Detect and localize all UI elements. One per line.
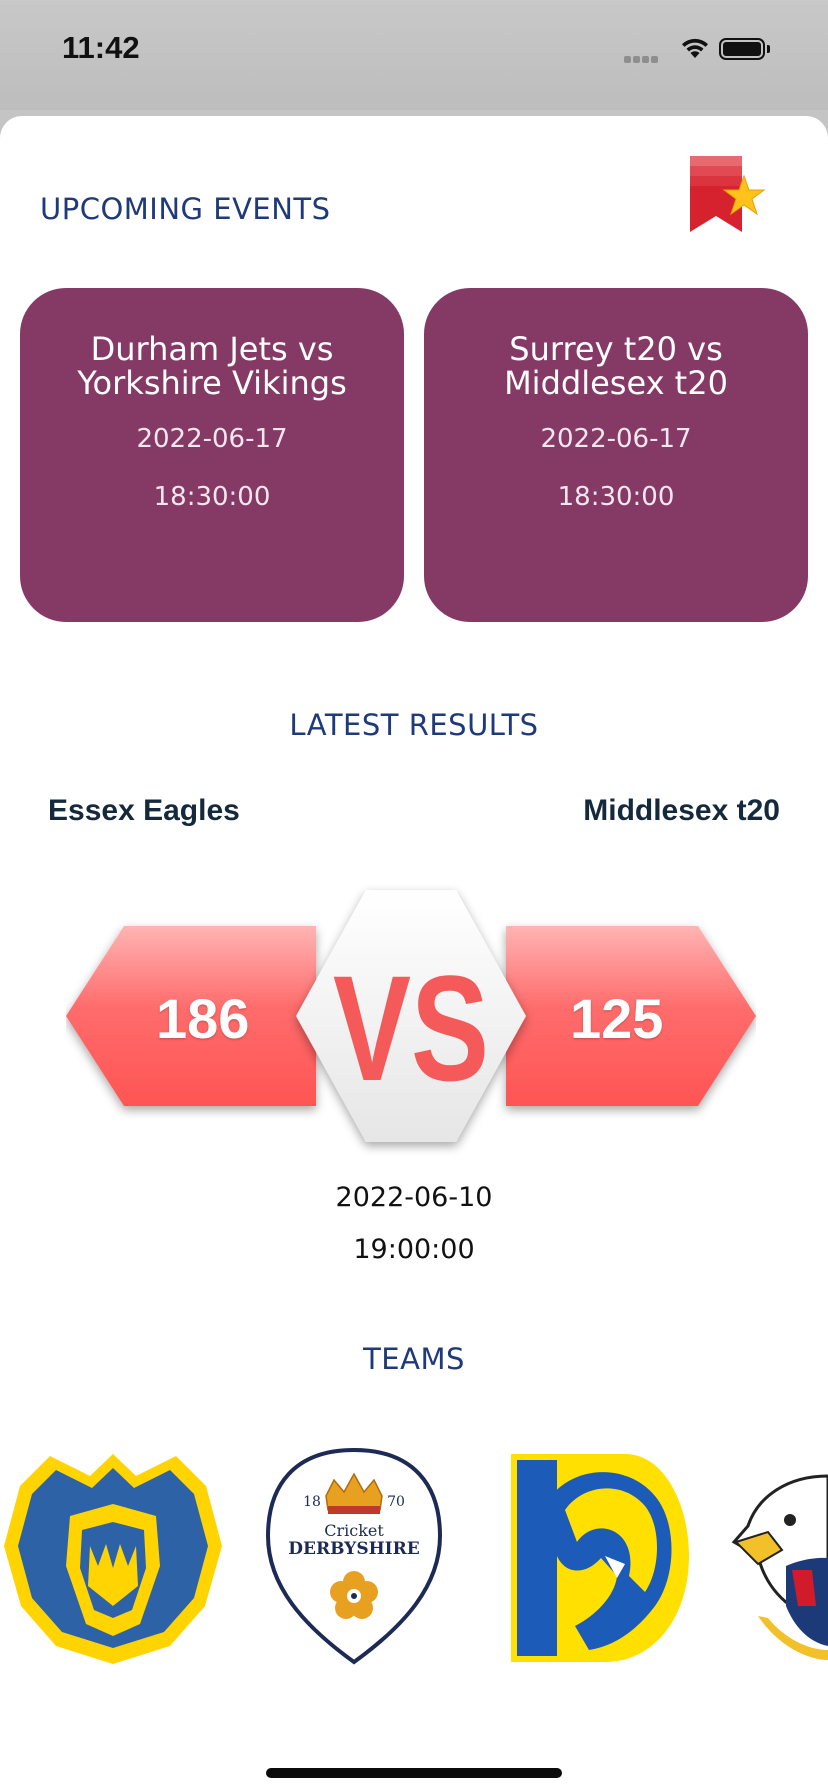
derbyshire-line1: Cricket xyxy=(324,1521,384,1540)
event-time: 18:30:00 xyxy=(153,482,271,512)
bear-logo-icon[interactable] xyxy=(0,1446,226,1666)
cellular-signal-icon xyxy=(624,50,660,68)
event-teams: Durham Jets vs Yorkshire Vikings xyxy=(77,330,347,402)
main-sheet: UPCOMING EVENTS Durham Jets vs Yorkshire… xyxy=(0,116,828,1792)
derbyshire-line2: DERBYSHIRE xyxy=(288,1539,419,1559)
home-team-name: Essex Eagles xyxy=(48,794,240,827)
derbyshire-logo[interactable]: 18 70 Cricket DERBYSHIRE xyxy=(264,1446,444,1666)
away-score: 125 xyxy=(570,987,664,1050)
status-bar: 11:42 xyxy=(0,0,828,110)
latest-results-title: LATEST RESULTS xyxy=(289,708,539,742)
vs-label: VS xyxy=(333,944,489,1112)
event-card[interactable]: Durham Jets vs Yorkshire Vikings 2022-06… xyxy=(20,288,404,622)
status-time: 11:42 xyxy=(62,30,140,65)
event-date: 2022-06-17 xyxy=(136,424,288,454)
eagle-logo-icon[interactable] xyxy=(728,1446,828,1666)
away-team-name: Middlesex t20 xyxy=(583,794,780,827)
home-indicator[interactable] xyxy=(266,1768,562,1778)
derbyshire-year-left: 18 xyxy=(303,1494,321,1510)
result-date: 2022-06-10 xyxy=(335,1182,493,1213)
home-score: 186 xyxy=(156,987,250,1050)
wifi-icon xyxy=(682,38,708,58)
status-icons xyxy=(604,36,794,63)
favorites-bookmark-icon[interactable] xyxy=(688,154,768,238)
derbyshire-year-right: 70 xyxy=(387,1494,405,1510)
battery-icon xyxy=(719,38,770,60)
result-time: 19:00:00 xyxy=(353,1234,475,1265)
event-teams: Surrey t20 vs Middlesex t20 xyxy=(504,330,728,402)
event-card[interactable]: Surrey t20 vs Middlesex t20 2022-06-17 1… xyxy=(424,288,808,622)
upcoming-events-title: UPCOMING EVENTS xyxy=(40,192,331,226)
teams-title: TEAMS xyxy=(363,1342,465,1376)
lion-logo-icon[interactable] xyxy=(505,1446,691,1666)
event-date: 2022-06-17 xyxy=(540,424,692,454)
event-time: 18:30:00 xyxy=(557,482,675,512)
